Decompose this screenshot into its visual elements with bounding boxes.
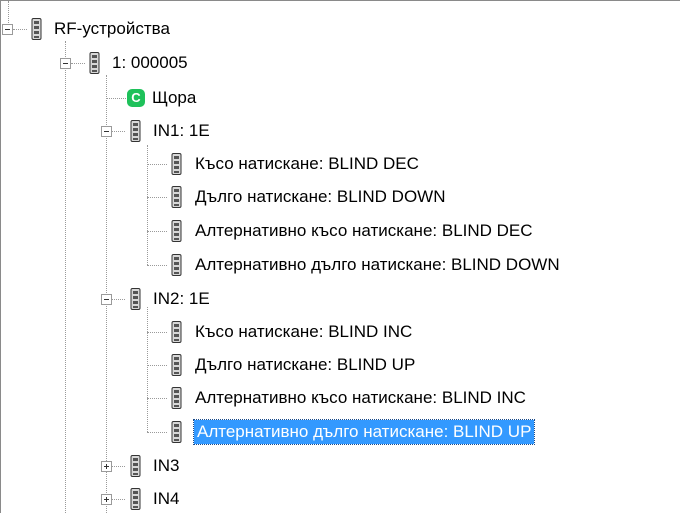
tree-node-in2-label[interactable]: IN2: 1E — [150, 287, 213, 311]
tree-connector — [111, 466, 125, 467]
rf-device-icon — [171, 354, 182, 376]
tree-node-action-label[interactable]: Алтернативно късо натискане: BLIND DEC — [192, 219, 536, 243]
rf-device-icon — [130, 488, 141, 510]
rf-device-icon — [130, 455, 141, 477]
tree-node-in4-label[interactable]: IN4 — [150, 487, 182, 511]
tree-connector — [147, 265, 167, 266]
scene-c-icon: C — [127, 89, 145, 107]
tree-connector — [13, 29, 27, 30]
rf-device-icon — [171, 254, 182, 276]
tree-connector — [111, 299, 125, 300]
tree-connector — [147, 398, 167, 399]
tree-connector — [147, 432, 167, 433]
rf-device-icon — [130, 120, 141, 142]
rf-device-icon — [130, 288, 141, 310]
rf-device-icon — [171, 421, 182, 443]
tree-node-action-label[interactable]: Алтернативно късо натискане: BLIND INC — [192, 386, 529, 410]
tree-node-action-label[interactable]: Късо натискане: BLIND INC — [192, 320, 415, 344]
collapse-toggle-root[interactable] — [2, 24, 13, 35]
tree-node-action-label[interactable]: Късо натискане: BLIND DEC — [192, 152, 422, 176]
rf-device-icon — [31, 18, 42, 40]
expand-toggle-in3[interactable] — [101, 461, 112, 472]
tree-node-action-label[interactable]: Дълго натискане: BLIND DOWN — [192, 185, 448, 209]
tree-connector — [111, 131, 125, 132]
tree-node-device-label[interactable]: 1: 000005 — [109, 51, 191, 75]
tree-node-in1-label[interactable]: IN1: 1E — [150, 119, 213, 143]
collapse-toggle-in1[interactable] — [101, 126, 112, 137]
collapse-toggle-in2[interactable] — [101, 294, 112, 305]
rf-device-icon — [171, 387, 182, 409]
tree-view-panel: RF-устройства 1: 000005 C Щора IN1: 1E К… — [0, 0, 680, 513]
tree-connector — [147, 145, 148, 265]
rf-device-icon — [171, 220, 182, 242]
tree-connector — [65, 41, 66, 513]
rf-device-icon — [171, 153, 182, 175]
tree-node-action-label[interactable]: Дълго натискане: BLIND UP — [192, 353, 418, 377]
tree-connector — [111, 499, 125, 500]
tree-connector — [147, 164, 167, 165]
tree-node-scene-label[interactable]: Щора — [149, 86, 199, 110]
rf-device-icon — [171, 321, 182, 343]
tree-node-action-label[interactable]: Алтернативно дълго натискане: BLIND DOWN — [192, 253, 563, 277]
tree-connector — [147, 365, 167, 366]
rf-device-icon — [89, 52, 100, 74]
tree-node-in3-label[interactable]: IN3 — [150, 454, 182, 478]
tree-connector — [147, 332, 167, 333]
rf-device-tree: RF-устройства 1: 000005 C Щора IN1: 1E К… — [1, 1, 680, 513]
tree-node-root-label[interactable]: RF-устройства — [51, 17, 173, 41]
expand-toggle-in4[interactable] — [101, 494, 112, 505]
tree-connector — [71, 63, 85, 64]
rf-device-icon — [171, 186, 182, 208]
tree-connector — [106, 98, 126, 99]
tree-node-action-label-selected[interactable]: Алтернативно дълго натискане: BLIND UP — [192, 419, 536, 445]
tree-connector — [147, 307, 148, 432]
tree-connector — [147, 231, 167, 232]
tree-connector — [147, 197, 167, 198]
collapse-toggle-device[interactable] — [60, 58, 71, 69]
